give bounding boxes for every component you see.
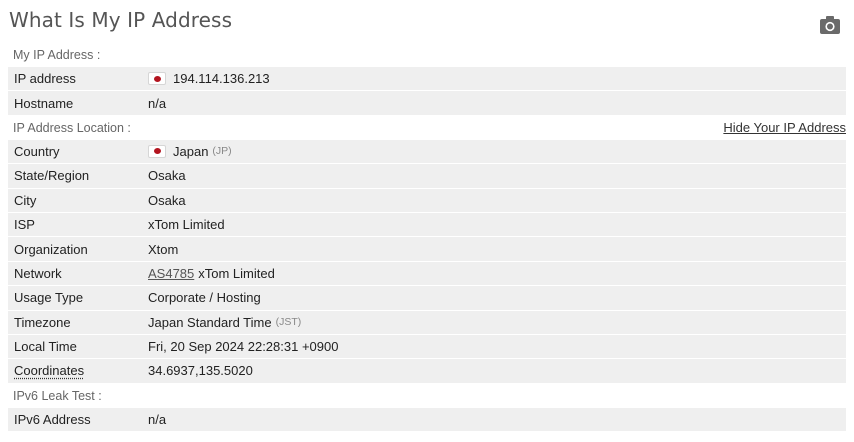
row-coordinates: Coordinates 34.6937,135.5020	[8, 359, 846, 384]
row-state: State/Region Osaka	[8, 164, 846, 189]
row-ip-address: IP address 194.114.136.213	[8, 67, 846, 92]
row-value: 194.114.136.213	[148, 71, 270, 86]
row-label: Hostname	[14, 95, 74, 111]
state-value: Osaka	[148, 168, 186, 184]
row-label: Network	[14, 265, 62, 281]
hide-ip-link[interactable]: Hide Your IP Address	[723, 120, 846, 135]
section-title: IP Address Location :	[13, 120, 131, 135]
row-organization: Organization Xtom	[8, 237, 846, 262]
row-value: Osaka	[148, 193, 186, 208]
ipv6-value: n/a	[148, 411, 167, 427]
row-value: Japan (JP)	[148, 144, 232, 159]
ip-info-table: My IP Address : IP address 194.114.136.2…	[8, 43, 846, 433]
row-label: Coordinates	[8, 363, 148, 378]
row-value: xTom Limited	[148, 217, 225, 232]
row-local-time: Local Time Fri, 20 Sep 2024 22:28:31 +09…	[8, 334, 846, 360]
network-value: xTom Limited	[198, 265, 275, 281]
row-country: Country Japan (JP)	[8, 139, 846, 165]
japan-flag-icon	[148, 72, 166, 86]
ip-address-value: 194.114.136.213	[173, 71, 270, 87]
row-city: City Osaka	[8, 188, 846, 213]
section-my-ip: My IP Address :	[8, 43, 846, 67]
usage-type-value: Corporate / Hosting	[148, 290, 261, 306]
row-label: Usage Type	[14, 290, 84, 306]
row-isp: ISP xTom Limited	[8, 212, 846, 238]
camera-icon[interactable]	[820, 16, 840, 34]
row-value: Fri, 20 Sep 2024 22:28:31 +0900	[148, 339, 338, 354]
section-location: IP Address Location : Hide Your IP Addre…	[8, 115, 846, 140]
row-value: Xtom	[148, 242, 178, 257]
coordinates-label[interactable]: Coordinates	[14, 363, 84, 378]
row-label: City	[14, 192, 37, 208]
row-ipv6: IPv6 Address n/a	[8, 407, 846, 433]
page-title: What Is My IP Address	[9, 8, 233, 32]
as-number-link[interactable]: AS4785	[148, 266, 194, 281]
row-label: IP address	[14, 71, 76, 87]
row-value: Osaka	[148, 168, 186, 183]
row-value: AS4785 xTom Limited	[148, 266, 275, 281]
row-value: n/a	[148, 412, 166, 427]
section-ipv6: IPv6 Leak Test :	[8, 383, 846, 408]
country-value: Japan	[173, 143, 209, 159]
japan-flag-icon	[148, 144, 166, 158]
row-label: Country	[14, 143, 60, 159]
timezone-code: (JST)	[275, 316, 302, 329]
row-label: Local Time	[14, 339, 77, 355]
section-title: IPv6 Leak Test :	[13, 388, 102, 403]
timezone-value: Japan Standard Time	[148, 314, 272, 330]
country-code: (JP)	[212, 145, 232, 158]
row-label: State/Region	[14, 168, 90, 184]
row-label: IPv6 Address	[14, 411, 91, 427]
row-label: Timezone	[14, 314, 71, 330]
row-network: Network AS4785 xTom Limited	[8, 261, 846, 287]
row-value: n/a	[148, 96, 166, 111]
row-label: Organization	[14, 241, 88, 257]
row-value: 34.6937,135.5020	[148, 363, 253, 378]
row-value: Japan Standard Time (JST)	[148, 315, 301, 330]
section-title: My IP Address :	[13, 48, 101, 62]
coordinates-value: 34.6937,135.5020	[148, 363, 253, 379]
hostname-value: n/a	[148, 95, 167, 111]
row-value: Corporate / Hosting	[148, 290, 261, 305]
organization-value: Xtom	[148, 241, 179, 257]
row-usage-type: Usage Type Corporate / Hosting	[8, 286, 846, 311]
isp-value: xTom Limited	[148, 217, 225, 233]
city-value: Osaka	[148, 192, 186, 208]
row-timezone: Timezone Japan Standard Time (JST)	[8, 310, 846, 335]
row-label: ISP	[14, 217, 35, 233]
row-hostname: Hostname n/a	[8, 91, 846, 116]
local-time-value: Fri, 20 Sep 2024 22:28:31 +0900	[148, 339, 339, 355]
